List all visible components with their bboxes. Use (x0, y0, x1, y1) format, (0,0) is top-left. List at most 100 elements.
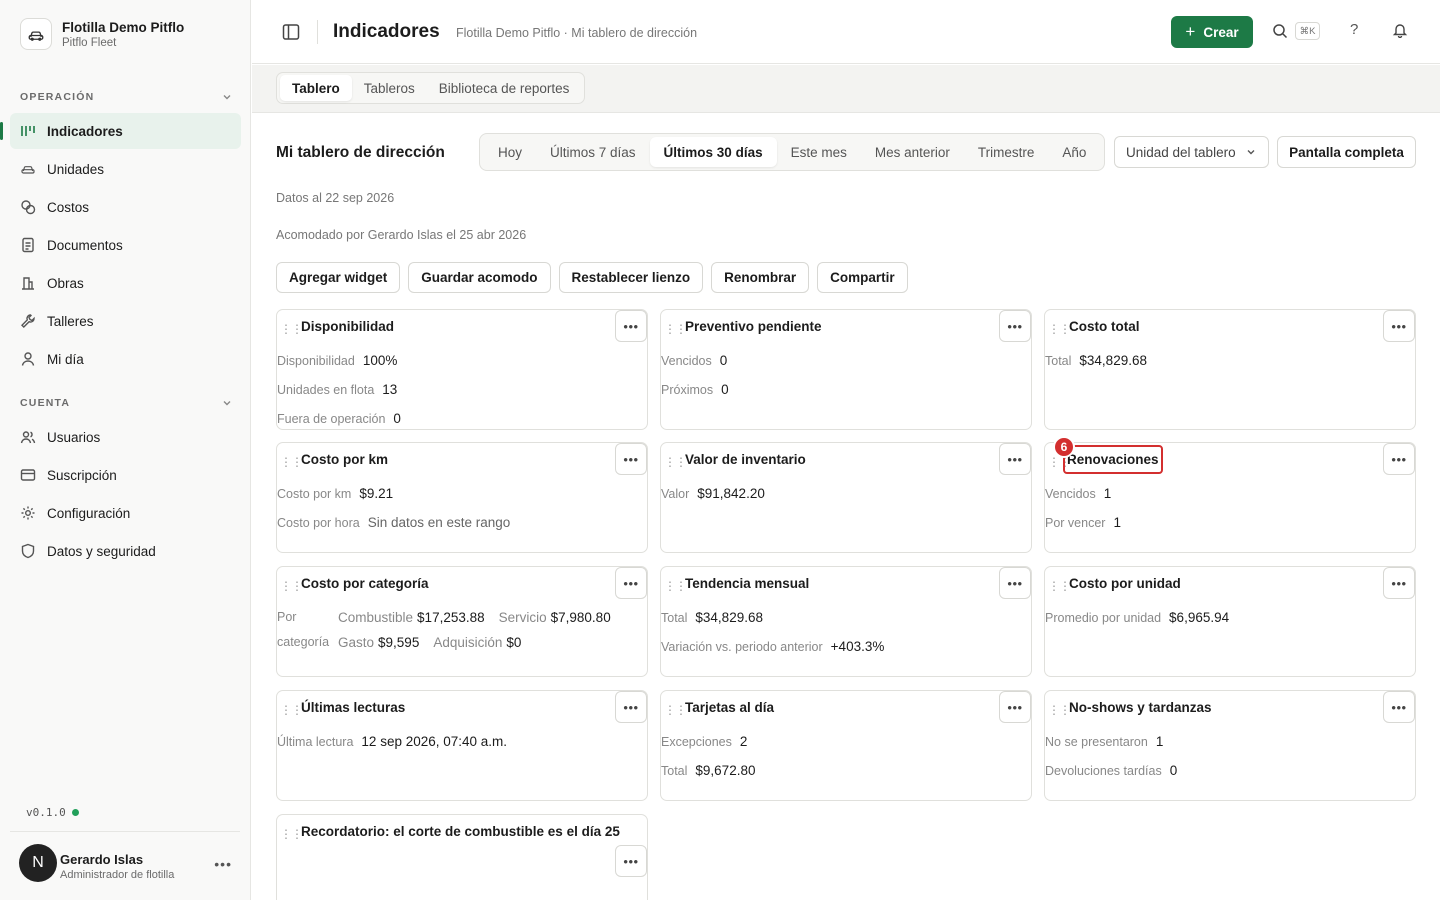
widget-menu-button[interactable]: ••• (1383, 691, 1415, 723)
widget-inventario: ⋮⋮ Valor de inventario ••• Valor $91,842.… (660, 442, 1032, 553)
share-button[interactable]: Compartir (817, 262, 908, 293)
shortcut-hint: ⌘K (1295, 22, 1320, 40)
tabs-bar: Tablero Tableros Biblioteca de reportes (252, 65, 1440, 113)
metric-row: Total $34,829.68 (1045, 353, 1147, 368)
chevron-down-icon (223, 401, 231, 406)
widget-title: Costo total (1069, 319, 1140, 334)
org-name: Flotilla Demo Pitflo (62, 19, 185, 35)
widget-menu-button[interactable]: ••• (999, 310, 1031, 342)
sidebar-item-talleres[interactable]: Talleres (10, 303, 241, 339)
unit-select[interactable]: Unidad del tablero (1114, 136, 1269, 168)
sidebar-item-documentos[interactable]: Documentos (10, 227, 241, 263)
widget-preventivo: ⋮⋮ Preventivo pendiente ••• Vencidos 0 Pr… (660, 309, 1032, 430)
nav-cuenta: Usuarios Suscripción Configuración Datos… (10, 419, 241, 571)
widget-recordatorio: ⋮⋮ Recordatorio: el corte de combustible… (276, 814, 648, 900)
tab-tablero[interactable]: Tablero (280, 75, 352, 101)
metric-row: Unidades en flota 13 (277, 382, 398, 397)
widget-menu-button[interactable]: ••• (615, 691, 647, 723)
metric-row: Total $34,829.68 (661, 610, 763, 625)
sidebar-item-label: Talleres (47, 313, 94, 329)
save-layout-button[interactable]: Guardar acomodo (408, 262, 551, 293)
sidebar-item-indicadores[interactable]: Indicadores (0, 113, 241, 149)
widget-costo-categoria: ⋮⋮ Costo por categoría ••• Por categoría… (276, 566, 648, 677)
add-widget-button[interactable]: Agregar widget (276, 262, 401, 293)
widget-menu-button[interactable]: ••• (615, 443, 647, 475)
range-este-mes[interactable]: Este mes (777, 137, 861, 167)
tab-biblioteca[interactable]: Biblioteca de reportes (427, 75, 582, 101)
section-cuenta-label: CUENTA (20, 397, 71, 409)
help-icon[interactable]: ? (1350, 21, 1358, 38)
widget-menu-button[interactable]: ••• (1383, 567, 1415, 599)
version-label: v0.1.0 (26, 806, 66, 819)
widget-menu-button[interactable]: ••• (999, 567, 1031, 599)
org-switcher[interactable]: Flotilla Demo Pitflo Pitflo Fleet (20, 18, 184, 50)
metric-row: Costo por hora Sin datos en este rango (277, 515, 511, 530)
user-menu[interactable]: N Gerardo Islas Administrador de flotill… (10, 831, 240, 900)
widget-title: Costo por unidad (1069, 576, 1181, 591)
widget-title: Disponibilidad (301, 319, 394, 334)
widget-menu-button[interactable]: ••• (615, 310, 647, 342)
sidebar-item-label: Datos y seguridad (47, 543, 156, 559)
range-mes-anterior[interactable]: Mes anterior (861, 137, 964, 167)
sidebar-item-label: Unidades (47, 161, 105, 177)
metric-row: Por vencer 1 (1045, 515, 1121, 530)
bell-icon[interactable] (1392, 22, 1408, 38)
sidebar-item-suscripcion[interactable]: Suscripción (10, 457, 241, 493)
range-hoy[interactable]: Hoy (484, 137, 536, 167)
sidebar-item-label: Mi día (47, 351, 84, 367)
metric-row: Promedio por unidad $6,965.94 (1045, 610, 1230, 625)
breadcrumb: Flotilla Demo Pitflo · Mi tablero de dir… (456, 26, 698, 40)
sidebar-item-unidades[interactable]: Unidades (10, 151, 241, 187)
sidebar-item-usuarios[interactable]: Usuarios (10, 419, 241, 455)
section-operacion[interactable]: OPERACIÓN (20, 91, 232, 103)
sidebar-item-configuracion[interactable]: Configuración (10, 495, 241, 531)
metric-row: Variación vs. periodo anterior +403.3% (661, 639, 885, 654)
sidebar-item-datos-seguridad[interactable]: Datos y seguridad (10, 533, 241, 569)
shield-icon (20, 543, 36, 559)
sidebar-item-obras[interactable]: Obras (10, 265, 241, 301)
gear-icon (20, 505, 36, 521)
range-ano[interactable]: Año (1048, 137, 1100, 167)
topbar: Indicadores Flotilla Demo Pitflo · Mi ta… (252, 0, 1440, 64)
fullscreen-button[interactable]: Pantalla completa (1277, 136, 1416, 168)
widget-menu-button[interactable]: ••• (999, 691, 1031, 723)
chevron-down-icon (223, 95, 231, 100)
sidebar-item-costos[interactable]: Costos (10, 189, 241, 225)
category-values: Combustible $17,253.88 Servicio $7,980.80 G… (338, 610, 611, 650)
section-cuenta[interactable]: CUENTA (20, 397, 232, 409)
widget-title: Costo por km (301, 452, 389, 467)
rename-button[interactable]: Renombrar (711, 262, 810, 293)
widget-disponibilidad: ⋮⋮ Disponibilidad ••• Disponibilidad 100%… (276, 309, 648, 430)
reset-canvas-button[interactable]: Restablecer lienzo (558, 262, 704, 293)
date-range-selector: Hoy Últimos 7 días Últimos 30 días Este … (479, 133, 1106, 171)
user-role: Administrador de flotilla (60, 869, 175, 881)
widget-menu-button[interactable]: ••• (1383, 443, 1415, 475)
metric-row: Última lectura 12 sep 2026, 07:40 a.m. (277, 734, 508, 749)
range-trimestre[interactable]: Trimestre (964, 137, 1049, 167)
range-7-dias[interactable]: Últimos 7 días (536, 137, 650, 167)
range-30-dias[interactable]: Últimos 30 días (649, 137, 777, 167)
category-label: Por categoría (277, 610, 330, 649)
widget-menu-button[interactable]: ••• (615, 567, 647, 599)
widget-renovaciones: ⋮⋮ Renovaciones 6 ••• Vencidos 1 Por venc… (1044, 436, 1416, 553)
widget-title: Tendencia mensual (685, 576, 810, 591)
credit-card-icon (20, 467, 36, 483)
create-button[interactable]: + Crear (1171, 16, 1253, 48)
widget-menu-button[interactable]: ••• (999, 443, 1031, 475)
coins-icon (20, 199, 36, 215)
tab-tableros[interactable]: Tableros (352, 75, 427, 101)
widget-lecturas: ⋮⋮ Últimas lecturas ••• Última lectura 12… (276, 690, 648, 801)
status-dot (71, 809, 79, 816)
sidebar-item-mi-dia[interactable]: Mi día (10, 341, 241, 377)
search-icon[interactable] (1272, 23, 1288, 39)
users-icon (20, 429, 36, 445)
more-icon[interactable]: ••• (214, 856, 232, 872)
user-name: Gerardo Islas (60, 852, 144, 867)
widget-menu-button[interactable]: ••• (615, 845, 647, 877)
widget-title: Renovaciones (1063, 445, 1163, 474)
sidebar-toggle-icon[interactable] (282, 23, 300, 41)
widget-title: Tarjetas al día (685, 700, 775, 715)
widget-menu-button[interactable]: ••• (1383, 310, 1415, 342)
widget-title: Últimas lecturas (301, 700, 406, 715)
section-operacion-label: OPERACIÓN (20, 91, 95, 103)
